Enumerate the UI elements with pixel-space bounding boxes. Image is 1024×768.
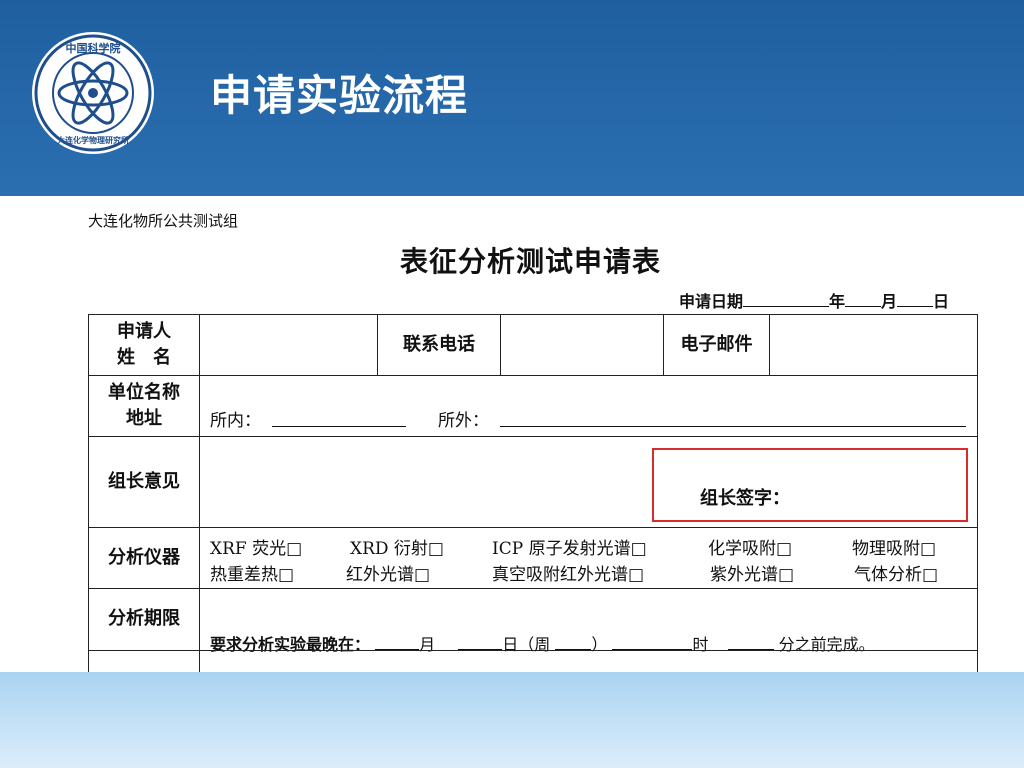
application-form-document: 大连化物所公共测试组 表征分析测试申请表 申请日期 年 月 日 申请人 姓 名 联系电… — [16, 196, 1024, 672]
application-date-line: 申请日期 年 月 日 — [679, 288, 949, 312]
applicant-name-label: 申请人 姓 名 — [88, 314, 200, 376]
deadline-hour-blank[interactable] — [612, 633, 693, 650]
date-day-label: 日 — [933, 292, 950, 311]
unit-outside-label: 所外： — [438, 411, 489, 431]
phone-field[interactable] — [500, 314, 664, 376]
instrument-option-ir[interactable]: 红外光谱□ — [346, 560, 430, 585]
instrument-option-tg-dta[interactable]: 热重差热□ — [210, 560, 294, 585]
date-month-label: 月 — [881, 292, 898, 311]
logo-text-bottom: 大连化学物理研究所 — [57, 135, 129, 145]
instrument-option-icp[interactable]: ICP 原子发射光谱□ — [492, 534, 647, 559]
email-field[interactable] — [769, 314, 978, 376]
unit-address-field[interactable]: 所内： 所外： — [199, 375, 978, 437]
logo-text-top: 中国科学院 — [66, 41, 121, 55]
instrument-option-vacuum-ir[interactable]: 真空吸附红外光谱□ — [492, 560, 644, 585]
date-year-label: 年 — [829, 292, 846, 311]
date-day-blank[interactable] — [897, 292, 934, 307]
form-title: 表征分析测试申请表 — [400, 245, 662, 278]
applicant-name-field[interactable] — [199, 314, 378, 376]
deadline-day-blank[interactable] — [458, 633, 503, 650]
group-leader-opinion-label: 组长意见 — [88, 436, 200, 528]
institute-logo-icon: 中国科学院 大连化学物理研究所 — [32, 32, 154, 154]
deadline-field: 要求分析实验最晚在： 月 日（周 ） 时 分之前完成。 — [199, 588, 978, 654]
instrument-option-gas[interactable]: 气体分析□ — [854, 560, 938, 585]
leader-signature-label: 组长签字： — [700, 488, 790, 509]
footer-band — [0, 672, 1024, 768]
deadline-label: 分析期限 — [88, 588, 200, 651]
instrument-option-xrf[interactable]: XRF 荧光□ — [210, 534, 302, 559]
form-organization: 大连化物所公共测试组 — [88, 212, 239, 230]
leader-signature-highlight: 组长签字： — [652, 448, 968, 522]
unit-outside-blank[interactable] — [500, 410, 966, 427]
unit-inside-blank[interactable] — [272, 410, 406, 427]
next-row-label-cell — [88, 650, 200, 672]
instrument-options: XRF 荧光□ XRD 衍射□ ICP 原子发射光谱□ 化学吸附□ 物理吸附□ … — [199, 527, 978, 589]
instrument-option-physisorption[interactable]: 物理吸附□ — [852, 534, 936, 559]
instrument-option-xrd[interactable]: XRD 衍射□ — [350, 534, 444, 559]
deadline-minute-blank[interactable] — [727, 633, 774, 650]
unit-inside-label: 所内： — [210, 411, 261, 431]
date-prefix: 申请日期 — [679, 292, 744, 311]
date-month-blank[interactable] — [845, 292, 882, 307]
deadline-month-blank[interactable] — [375, 633, 420, 650]
instrument-label: 分析仪器 — [88, 527, 200, 589]
email-label: 电子邮件 — [663, 314, 770, 376]
form-table: 申请人 姓 名 联系电话 电子邮件 单位名称 地址 所内： 所外： 组长意见 分… — [88, 314, 978, 672]
phone-label: 联系电话 — [377, 314, 501, 376]
instrument-option-chemisorption[interactable]: 化学吸附□ — [708, 534, 792, 559]
unit-address-label: 单位名称 地址 — [88, 375, 200, 437]
next-row-field-cell[interactable] — [199, 650, 978, 672]
slide-title: 申请实验流程 — [210, 71, 469, 120]
deadline-weekday-blank[interactable] — [555, 633, 592, 650]
date-year-blank[interactable] — [743, 292, 830, 307]
instrument-option-uv[interactable]: 紫外光谱□ — [710, 560, 794, 585]
